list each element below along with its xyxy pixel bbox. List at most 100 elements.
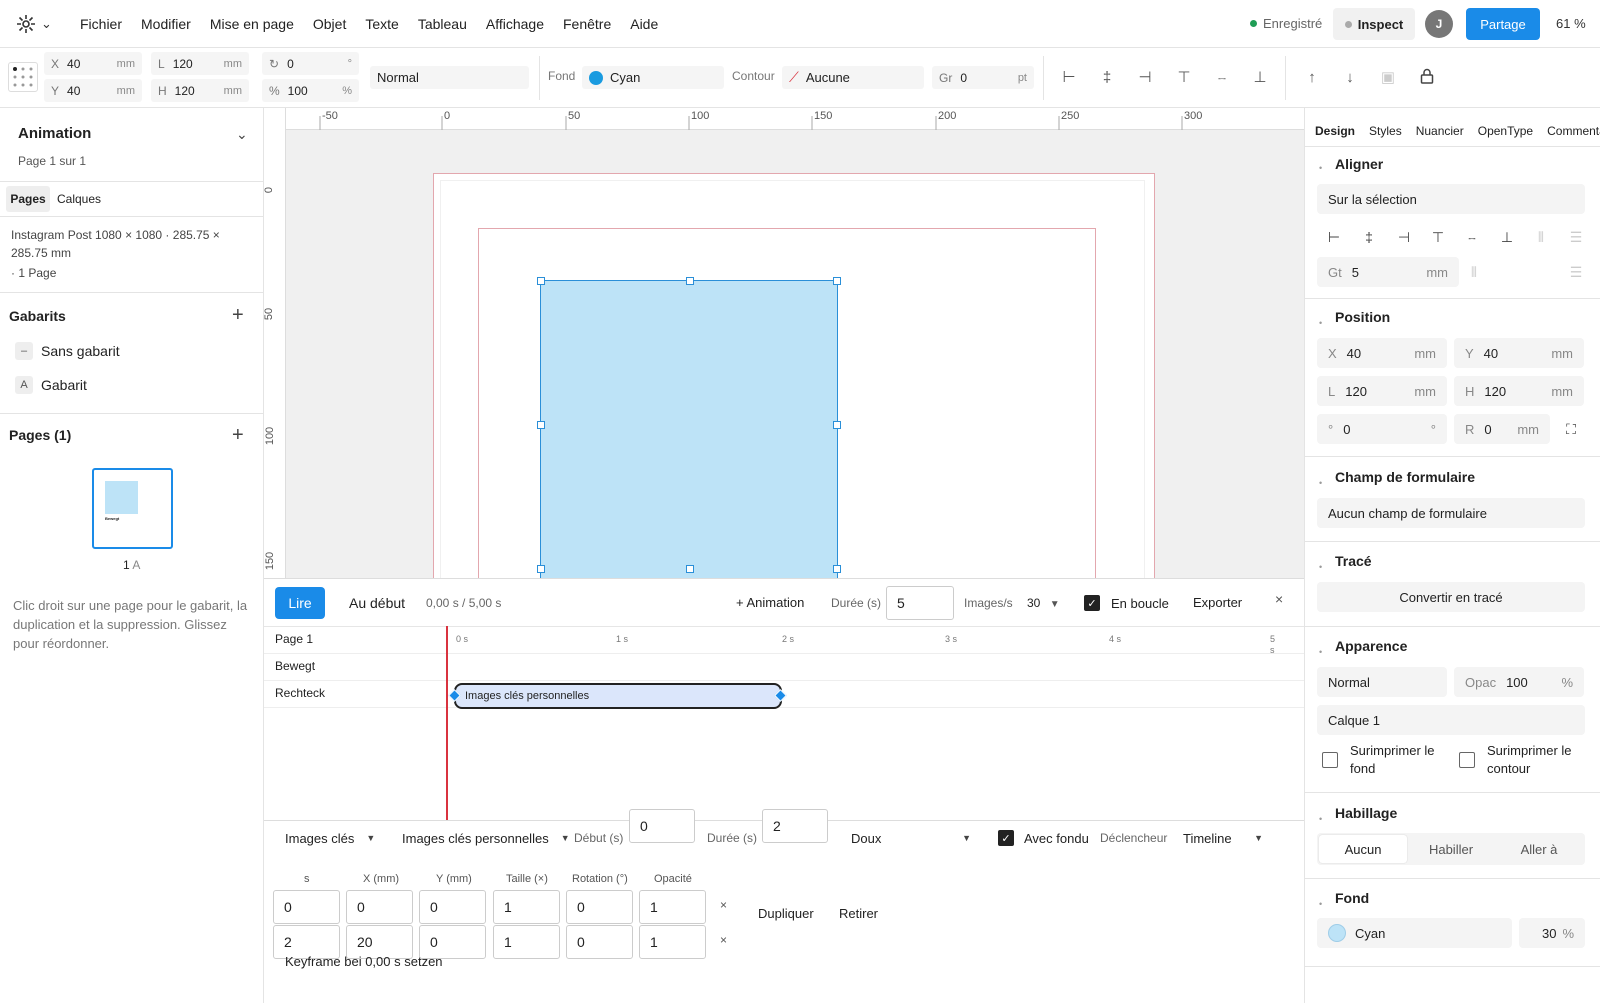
collapse-bullet-icon[interactable]: • [1319, 318, 1322, 328]
tab-layers[interactable]: Calques [57, 192, 101, 206]
keyframe-diamond-icon[interactable] [774, 689, 787, 702]
canvas[interactable]: -50 0 50 100 150 200 250 300 0 50 100 15… [264, 108, 1304, 578]
kf-rotation-input[interactable]: 0 [566, 925, 633, 959]
pos-y-field[interactable]: Y 40 mm [1454, 338, 1584, 368]
tab-styles[interactable]: Styles [1369, 124, 1402, 138]
overprint-stroke-checkbox-icon[interactable] [1459, 752, 1475, 768]
menu-texte[interactable]: Texte [365, 16, 398, 32]
duration-input[interactable]: 2 [762, 809, 828, 843]
loop-toggle[interactable]: ✓ En boucle [1084, 595, 1169, 611]
layer-select[interactable]: Calque 1 [1317, 705, 1585, 735]
tab-comments[interactable]: Commentaires [1547, 124, 1600, 138]
to-start-button[interactable]: Au début [349, 595, 405, 611]
fill-tint-field[interactable]: 30% [1519, 918, 1585, 948]
kf-x-input[interactable]: 0 [346, 890, 413, 924]
add-master-plus-icon[interactable]: + [232, 304, 244, 327]
collapse-bullet-icon[interactable]: • [1319, 163, 1322, 173]
menu-mise-en-page[interactable]: Mise en page [210, 16, 294, 32]
menu-fichier[interactable]: Fichier [80, 16, 122, 32]
fade-checkbox-icon[interactable]: ✓ [998, 830, 1014, 846]
align-center-h-icon[interactable]: ‡ [1097, 68, 1117, 88]
wrap-option-wrap[interactable]: Habiller [1407, 835, 1495, 863]
kf-opacity-input[interactable]: 1 [639, 925, 706, 959]
kf-time-input[interactable]: 0 [273, 890, 340, 924]
collapse-bullet-icon[interactable]: • [1319, 814, 1322, 824]
pos-h-field[interactable]: H 120 mm [1454, 376, 1584, 406]
width-field[interactable]: L 120 mm [151, 52, 249, 75]
animation-clip[interactable]: Images clés personnelles [448, 683, 787, 709]
tab-nuancier[interactable]: Nuancier [1416, 124, 1464, 138]
height-field[interactable]: H 120 mm [151, 79, 249, 102]
chevron-down-icon[interactable]: ⌄ [41, 16, 52, 32]
start-input[interactable]: 0 [629, 809, 695, 843]
y-field[interactable]: Y 40 mm [44, 79, 142, 102]
align-left-icon[interactable]: ⊢ [1325, 228, 1343, 246]
close-timeline-icon[interactable]: × [1275, 591, 1283, 607]
wrap-option-jump[interactable]: Aller à [1495, 835, 1583, 863]
space-v-icon[interactable]: ☰ [1567, 263, 1585, 281]
share-button[interactable]: Partage [1466, 8, 1540, 40]
menu-objet[interactable]: Objet [313, 16, 346, 32]
tab-design[interactable]: Design [1315, 124, 1355, 138]
selected-rectangle[interactable] [537, 277, 841, 578]
duration-input[interactable]: 5 [886, 586, 954, 620]
avatar[interactable]: J [1425, 10, 1453, 38]
trigger-select[interactable]: Timeline ▼ [1183, 819, 1263, 857]
lock-icon[interactable] [1417, 68, 1437, 88]
space-h-icon[interactable]: ⫴ [1465, 263, 1483, 281]
resize-handle[interactable] [537, 565, 545, 573]
align-middle-v-icon[interactable]: ⧿ [1463, 228, 1481, 246]
align-top-icon[interactable]: ⊤ [1174, 68, 1194, 88]
play-button[interactable]: Lire [275, 587, 325, 619]
menu-fenetre[interactable]: Fenêtre [563, 16, 611, 32]
radius-field[interactable]: R 0 mm [1454, 414, 1550, 444]
reference-point-icon[interactable] [8, 62, 38, 92]
wrap-option-none[interactable]: Aucun [1319, 835, 1407, 863]
align-left-icon[interactable]: ⊢ [1059, 68, 1079, 88]
rotation-field[interactable]: ↻ 0 ° [262, 52, 359, 75]
remove-row-icon[interactable]: × [720, 898, 727, 912]
distribute-h-icon[interactable]: ⫴ [1532, 228, 1550, 246]
send-backward-icon[interactable]: ↓ [1340, 68, 1360, 88]
page-thumbnail[interactable]: Bewegt [92, 468, 173, 549]
x-field[interactable]: X 40 mm [44, 52, 142, 75]
master-item-a[interactable]: A Gabarit [15, 376, 87, 394]
opacity-field[interactable]: Opac 100% [1454, 667, 1584, 697]
form-field-select[interactable]: Aucun champ de formulaire [1317, 498, 1585, 528]
overprint-fill-checkbox-icon[interactable] [1322, 752, 1338, 768]
pos-x-field[interactable]: X 40 mm [1317, 338, 1447, 368]
align-top-icon[interactable]: ⊤ [1429, 228, 1447, 246]
collapse-bullet-icon[interactable]: • [1319, 562, 1322, 572]
align-bottom-icon[interactable]: ⊥ [1498, 228, 1516, 246]
duplicate-button[interactable]: Dupliquer [758, 906, 814, 921]
tab-opentype[interactable]: OpenType [1478, 124, 1533, 138]
set-keyframe-button[interactable]: Keyframe bei 0,00 s setzen [285, 954, 443, 969]
collapse-chevron-icon[interactable]: ⌄ [236, 126, 248, 143]
expand-corners-icon[interactable]: ⛶ [1562, 420, 1580, 438]
align-center-h-icon[interactable]: ‡ [1360, 228, 1378, 246]
app-logo-icon[interactable] [16, 14, 36, 34]
convert-to-path-button[interactable]: Convertir en tracé [1317, 582, 1585, 612]
distribute-v-icon[interactable]: ☰ [1567, 228, 1585, 246]
menu-tableau[interactable]: Tableau [418, 16, 467, 32]
kf-rotation-input[interactable]: 0 [566, 890, 633, 924]
playhead[interactable] [446, 626, 448, 821]
kf-scale-input[interactable]: 1 [493, 890, 560, 924]
kf-opacity-input[interactable]: 1 [639, 890, 706, 924]
kf-scale-input[interactable]: 1 [493, 925, 560, 959]
timeline-row-label[interactable]: Rechteck [275, 686, 325, 700]
timeline-row-label[interactable]: Page 1 [275, 632, 313, 646]
add-page-plus-icon[interactable]: + [232, 424, 244, 447]
zoom-level[interactable]: 61 % [1556, 16, 1586, 31]
stroke-select[interactable]: ⟋ Aucune [782, 66, 924, 89]
master-item-none[interactable]: – Sans gabarit [15, 342, 120, 360]
collapse-bullet-icon[interactable]: • [1319, 899, 1322, 909]
resize-handle[interactable] [686, 565, 694, 573]
export-button[interactable]: Exporter [1193, 595, 1242, 610]
appearance-blend-select[interactable]: Normal [1317, 667, 1447, 697]
menu-aide[interactable]: Aide [630, 16, 658, 32]
align-middle-v-icon[interactable]: ⧿ [1212, 68, 1232, 88]
group-icon[interactable]: ▣ [1378, 68, 1398, 88]
align-right-icon[interactable]: ⊣ [1135, 68, 1155, 88]
fill-color-select[interactable]: Cyan [1317, 918, 1512, 948]
